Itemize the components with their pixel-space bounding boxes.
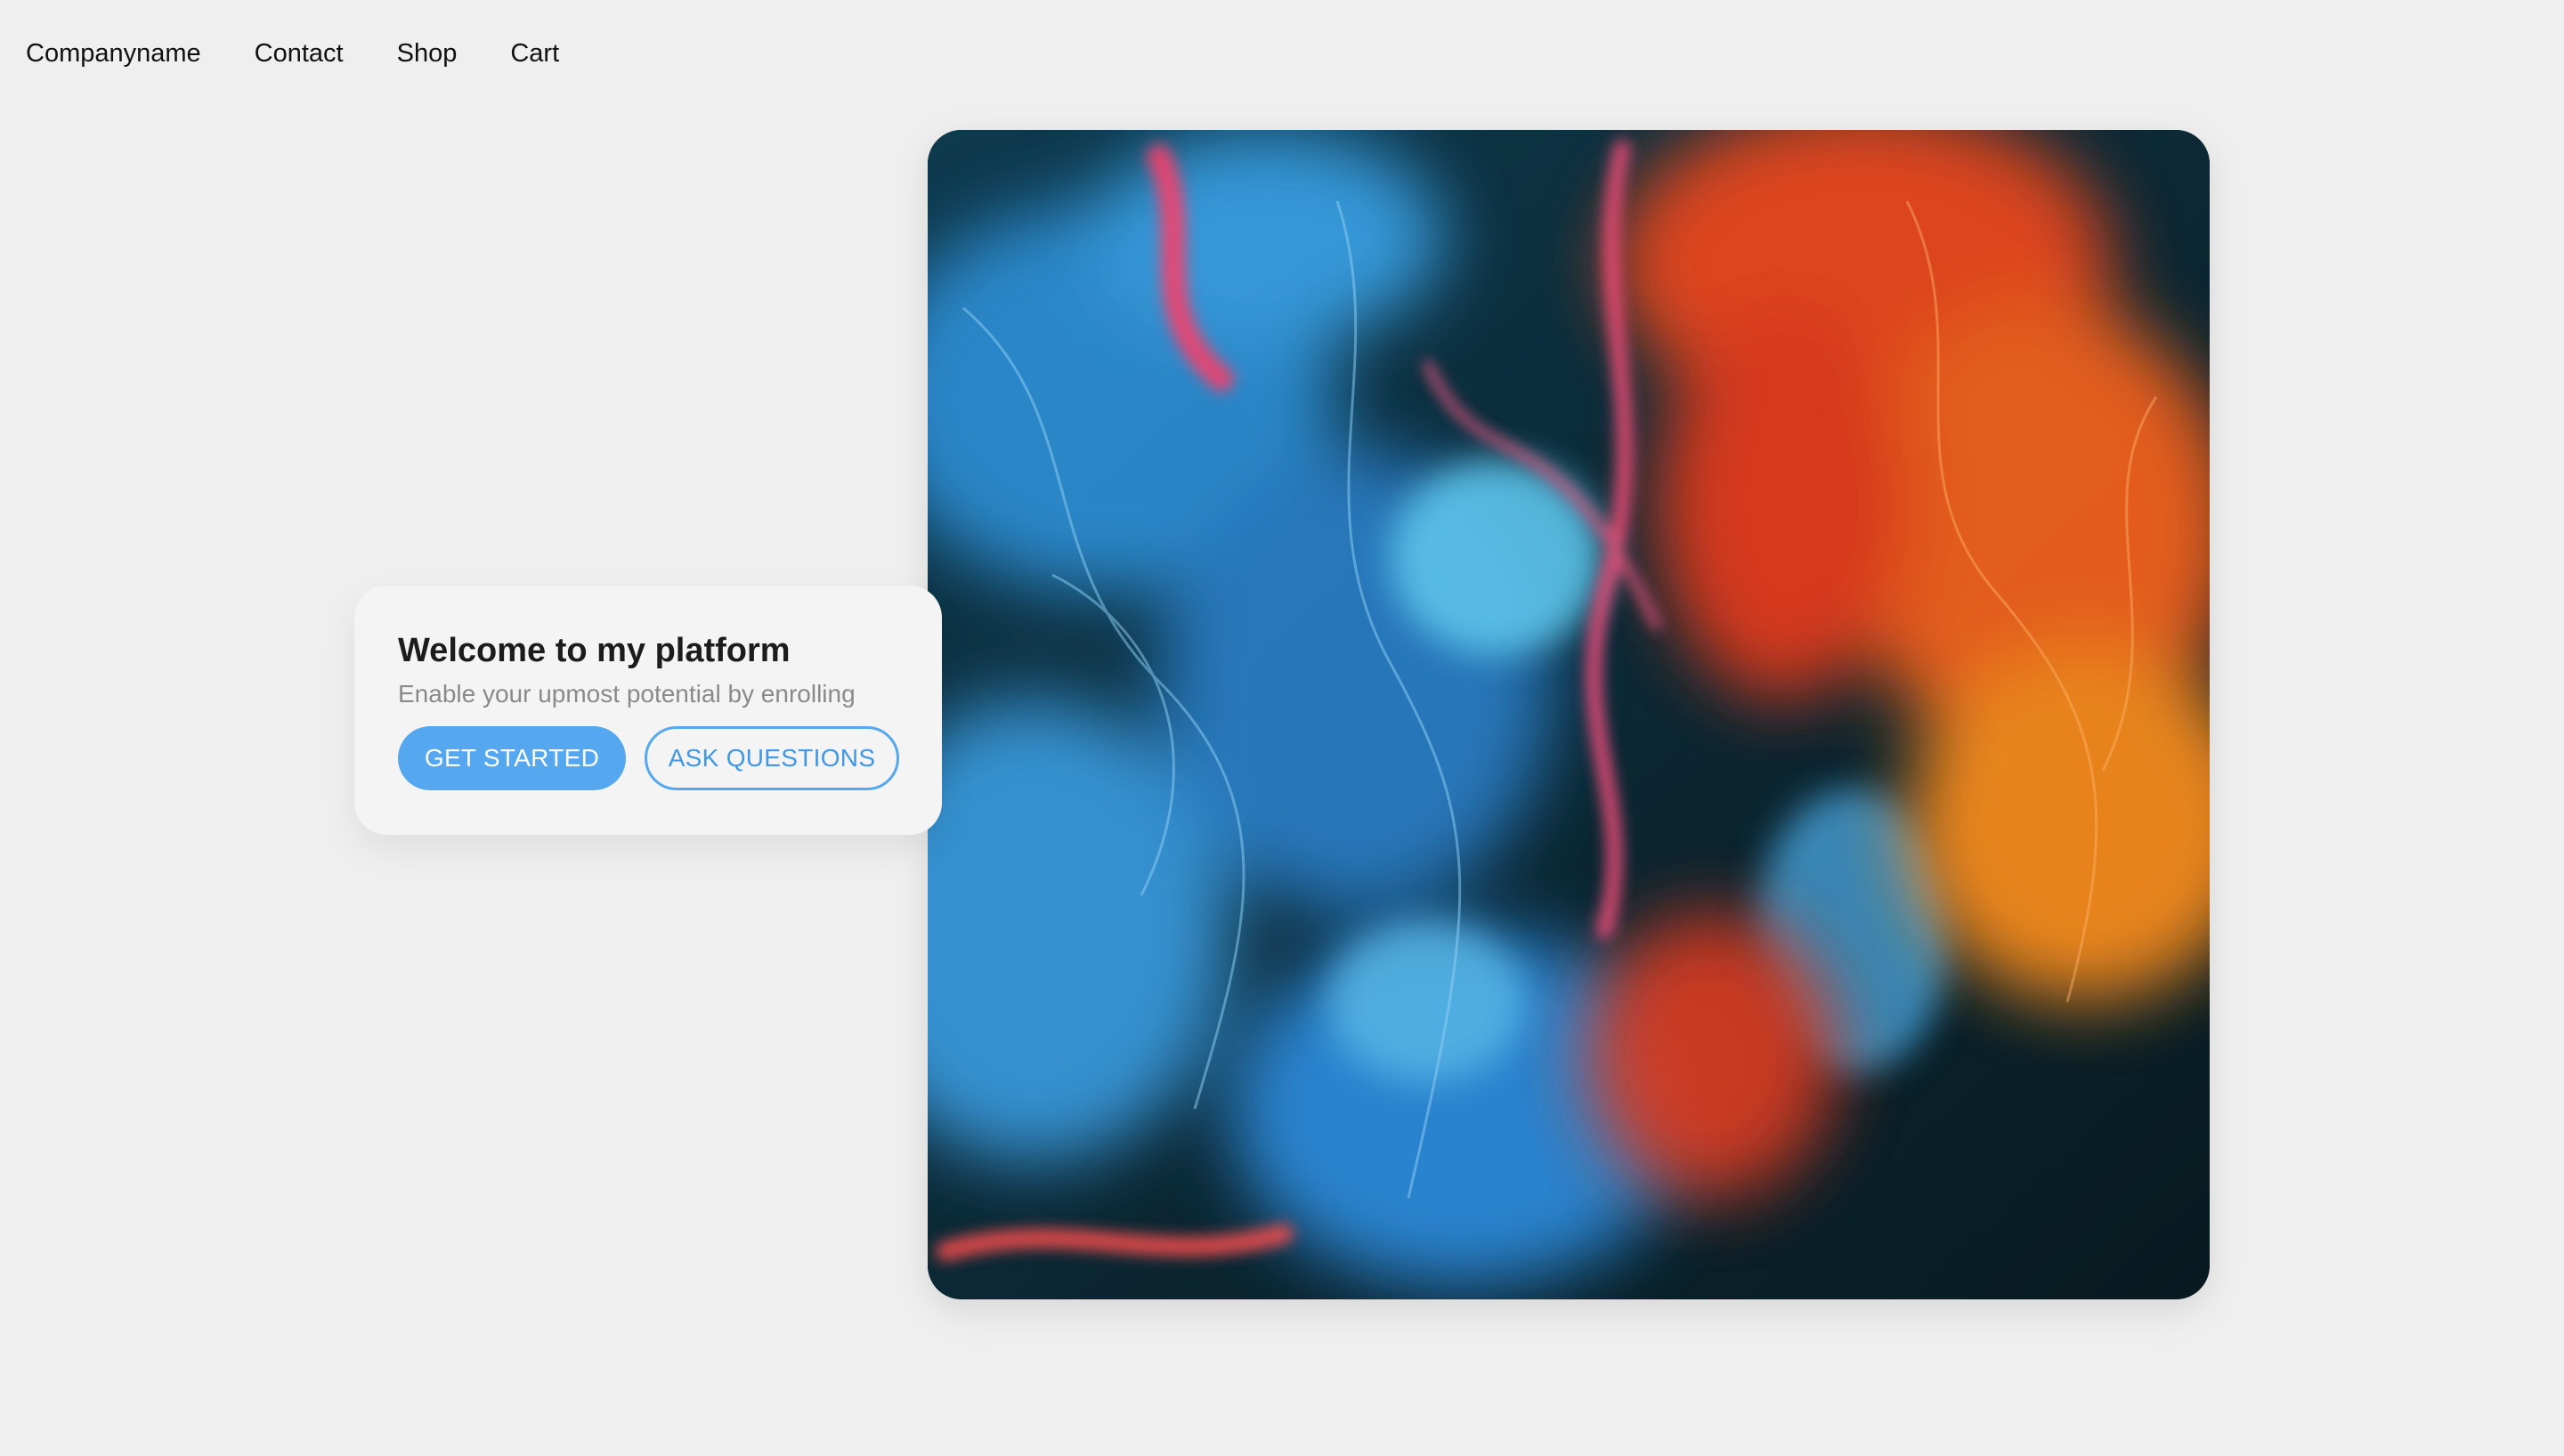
ask-questions-button[interactable]: ASK QUESTIONS <box>645 726 899 790</box>
top-navigation: Companyname Contact Shop Cart <box>0 0 613 107</box>
card-subtitle: Enable your upmost potential by enrollin… <box>398 680 856 708</box>
nav-link-cart[interactable]: Cart <box>510 40 559 67</box>
get-started-button[interactable]: GET STARTED <box>398 726 626 790</box>
nav-link-shop[interactable]: Shop <box>397 40 458 67</box>
nav-link-contact[interactable]: Contact <box>255 40 344 67</box>
hero-image <box>928 130 2210 1299</box>
welcome-card: Welcome to my platform Enable your upmos… <box>354 586 942 835</box>
card-title: Welcome to my platform <box>398 632 791 669</box>
brand-link[interactable]: Companyname <box>26 40 201 67</box>
